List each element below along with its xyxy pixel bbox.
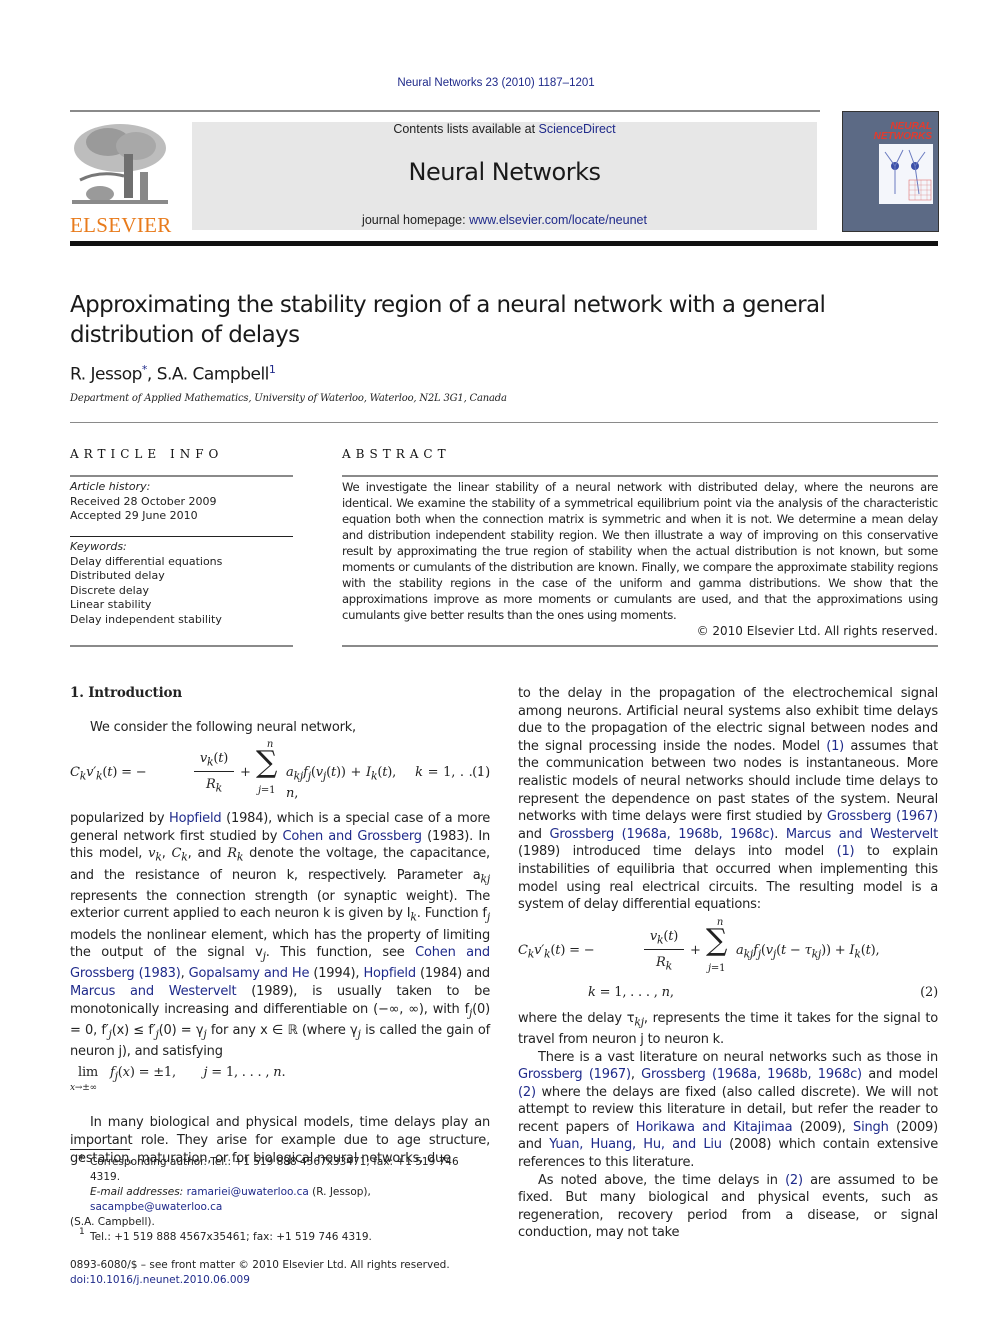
- accepted-date: Accepted 29 June 2010: [70, 509, 198, 522]
- paragraph: popularized by Hopfield (1984), which is…: [70, 811, 491, 1059]
- citation-link[interactable]: Cohen and Grossberg: [283, 829, 423, 844]
- abstract-copyright: © 2010 Elsevier Ltd. All rights reserved…: [696, 624, 938, 638]
- citation-link[interactable]: Grossberg (1967): [518, 1067, 631, 1082]
- citation-link[interactable]: Yuan, Huang, Hu, and Liu: [549, 1137, 722, 1152]
- contents-line: Contents lists available at ScienceDirec…: [393, 122, 616, 136]
- equation-ref-link[interactable]: (2): [518, 1085, 536, 1100]
- cover-title: NEURAL NETWORKS: [873, 121, 932, 142]
- keywords-label: Keywords:: [70, 540, 127, 553]
- paragraph: There is a vast literature on neural net…: [518, 1049, 938, 1171]
- email-link[interactable]: sacampbe@uwaterloo.ca: [90, 1201, 222, 1213]
- neuron-illustration-icon: [879, 144, 933, 204]
- equation-2: Ckv′k(t) = − vk(t) Rk + n ∑ j=1 akjfj(vj…: [518, 916, 938, 1000]
- affiliation: Department of Applied Mathematics, Unive…: [70, 393, 507, 404]
- keyword: Distributed delay: [70, 569, 165, 582]
- paragraph: As noted above, the time delays in (2) a…: [518, 1172, 938, 1241]
- abstract-heading: ABSTRACT: [342, 447, 451, 461]
- article-title: Approximating the stability region of a …: [70, 292, 826, 348]
- article-info-rule: [70, 475, 293, 477]
- received-date: Received 28 October 2009: [70, 494, 217, 508]
- front-matter-line: 0893-6080/$ – see front matter © 2010 El…: [70, 1259, 450, 1271]
- citation-link[interactable]: Horikawa and Kitajimaa: [636, 1120, 793, 1135]
- footnote-rule: [70, 1149, 130, 1150]
- citation-link[interactable]: Marcus and Westervelt: [70, 984, 237, 999]
- equation-number: (1): [472, 765, 490, 781]
- homepage-line: journal homepage: www.elsevier.com/locat…: [362, 213, 647, 227]
- paragraph: to the delay in the propagation of the e…: [518, 686, 938, 913]
- affiliation-rule: [70, 422, 938, 423]
- elsevier-tree-icon: [70, 120, 170, 210]
- citation-link[interactable]: Grossberg (1968a, 1968b, 1968c): [641, 1067, 862, 1082]
- citation-link[interactable]: Hopfield: [363, 966, 416, 981]
- equation-ref-link[interactable]: (1): [826, 739, 844, 754]
- running-head[interactable]: Neural Networks 23 (2010) 1187–1201: [0, 77, 992, 89]
- email-link[interactable]: ramariei@uwaterloo.ca: [187, 1186, 309, 1198]
- citation-link[interactable]: Grossberg (1968a, 1968b, 1968c): [550, 827, 775, 842]
- history-label: Article history:: [70, 480, 151, 493]
- author-name: S.A. Campbell: [156, 364, 270, 385]
- elsevier-logo: ELSEVIER: [70, 120, 171, 236]
- left-column: 1. Introduction We consider the followin…: [70, 685, 490, 1167]
- header-rule: [70, 110, 820, 112]
- sciencedirect-link[interactable]: ScienceDirect: [539, 122, 616, 136]
- keywords-rule: [70, 645, 293, 647]
- section-heading: 1. Introduction: [70, 685, 182, 701]
- footnote-star-mark: *: [78, 1153, 85, 1168]
- keywords: Keywords: Delay differential equations D…: [70, 540, 293, 627]
- doi-link[interactable]: doi:10.1016/j.neunet.2010.06.009: [70, 1274, 250, 1286]
- citation-link[interactable]: Hopfield: [169, 811, 222, 826]
- corresponding-author-note: Corresponding author. Tel.: +1 519 888 4…: [90, 1156, 459, 1183]
- journal-name: Neural Networks: [408, 158, 601, 186]
- equation-ref-link[interactable]: (2): [785, 1173, 803, 1188]
- paragraph: where the delay τkj, represents the time…: [518, 1010, 939, 1047]
- equation-number: (2): [920, 984, 938, 1000]
- history-rule: [70, 536, 293, 537]
- intro-sentence: We consider the following neural network…: [90, 719, 356, 735]
- footnote-one-mark: 1: [79, 1227, 85, 1237]
- footnote-mark[interactable]: 1: [269, 363, 276, 376]
- citation-link[interactable]: Singh: [853, 1120, 889, 1135]
- journal-cover-image: NEURAL NETWORKS: [842, 111, 939, 232]
- journal-homepage-link[interactable]: www.elsevier.com/locate/neunet: [469, 213, 647, 227]
- keyword: Delay independent stability: [70, 612, 222, 626]
- keyword: Linear stability: [70, 598, 152, 611]
- article-history: Article history: Received 28 October 200…: [70, 480, 293, 524]
- abstract-rule: [342, 475, 938, 477]
- author-list: R. Jessop*, S.A. Campbell1: [70, 363, 276, 385]
- abstract-end-rule: [342, 645, 938, 647]
- masthead-rule: [70, 241, 938, 246]
- author-name: R. Jessop: [70, 364, 142, 385]
- second-author-note: Tel.: +1 519 888 4567x35461; fax: +1 519…: [90, 1231, 372, 1243]
- limit-equation: lim x→±∞ fj(x) = ±1, j = 1, . . . , n.: [70, 1065, 286, 1094]
- citation-link[interactable]: Gopalsamy and He: [189, 966, 310, 981]
- footnotes: * Corresponding author. Tel.: +1 519 888…: [70, 1153, 490, 1288]
- elsevier-wordmark: ELSEVIER: [70, 213, 172, 237]
- citation-link[interactable]: Grossberg (1967): [827, 809, 938, 824]
- equation-ref-link[interactable]: (1): [837, 844, 855, 859]
- article-info-heading: ARTICLE INFO: [70, 447, 224, 461]
- citation-link[interactable]: Marcus and Westervelt: [786, 827, 938, 842]
- abstract-text: We investigate the linear stability of a…: [342, 480, 938, 622]
- equation-1: Ckv′k(t) = − vk(t) Rk + n ∑ j=1 akjfj(vj…: [70, 739, 490, 802]
- keyword: Discrete delay: [70, 583, 149, 597]
- journal-banner: Contents lists available at ScienceDirec…: [192, 122, 817, 230]
- right-column: to the delay in the propagation of the e…: [518, 685, 938, 1242]
- keyword: Delay differential equations: [70, 554, 223, 568]
